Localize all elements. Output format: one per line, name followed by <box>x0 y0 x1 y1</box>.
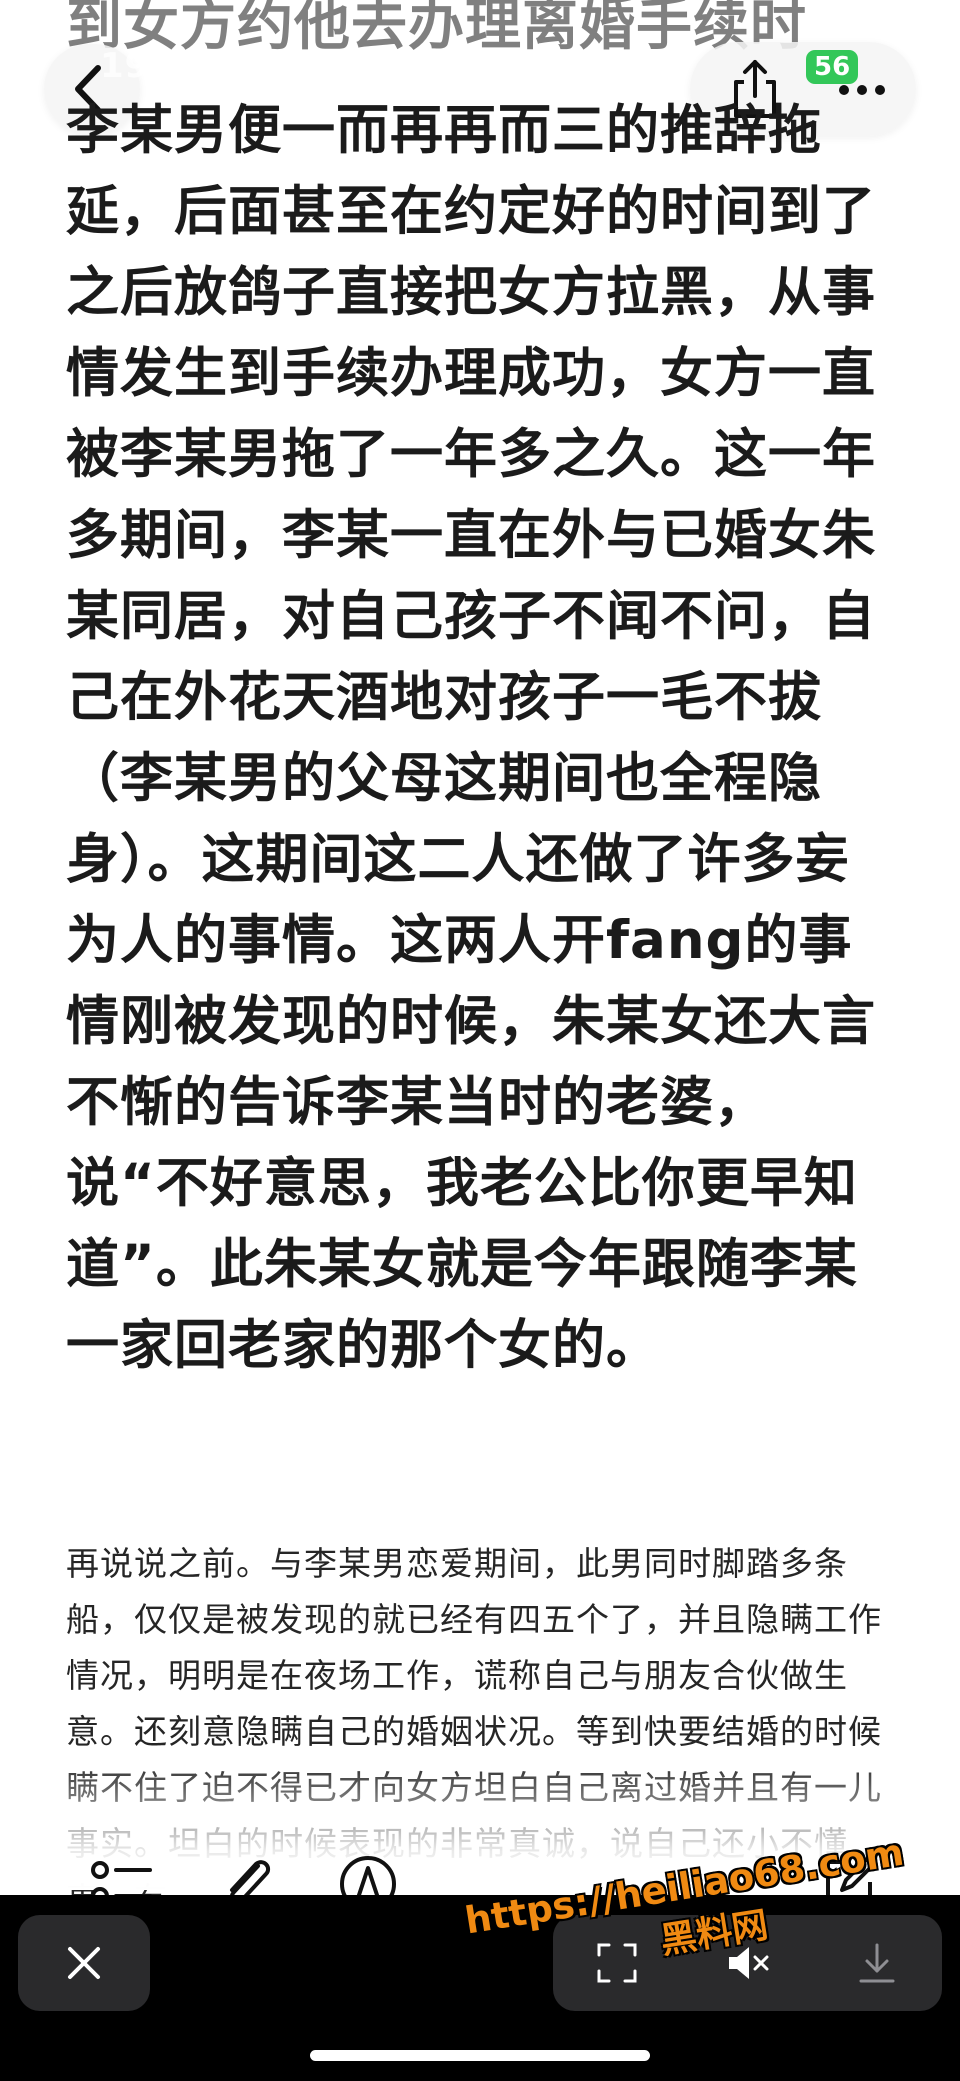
article-large-text: 李某男便一而再再而三的推辞拖延，后面甚至在约定好的时间到了之后放鸽子直接把女方拉… <box>66 100 876 1376</box>
home-indicator[interactable] <box>310 2050 650 2061</box>
close-button[interactable] <box>18 1915 150 2011</box>
close-icon <box>68 1947 100 1979</box>
battery-badge: 56 <box>806 50 859 84</box>
download-icon[interactable] <box>853 1939 901 1987</box>
status-time: 19:01 <box>100 46 214 86</box>
